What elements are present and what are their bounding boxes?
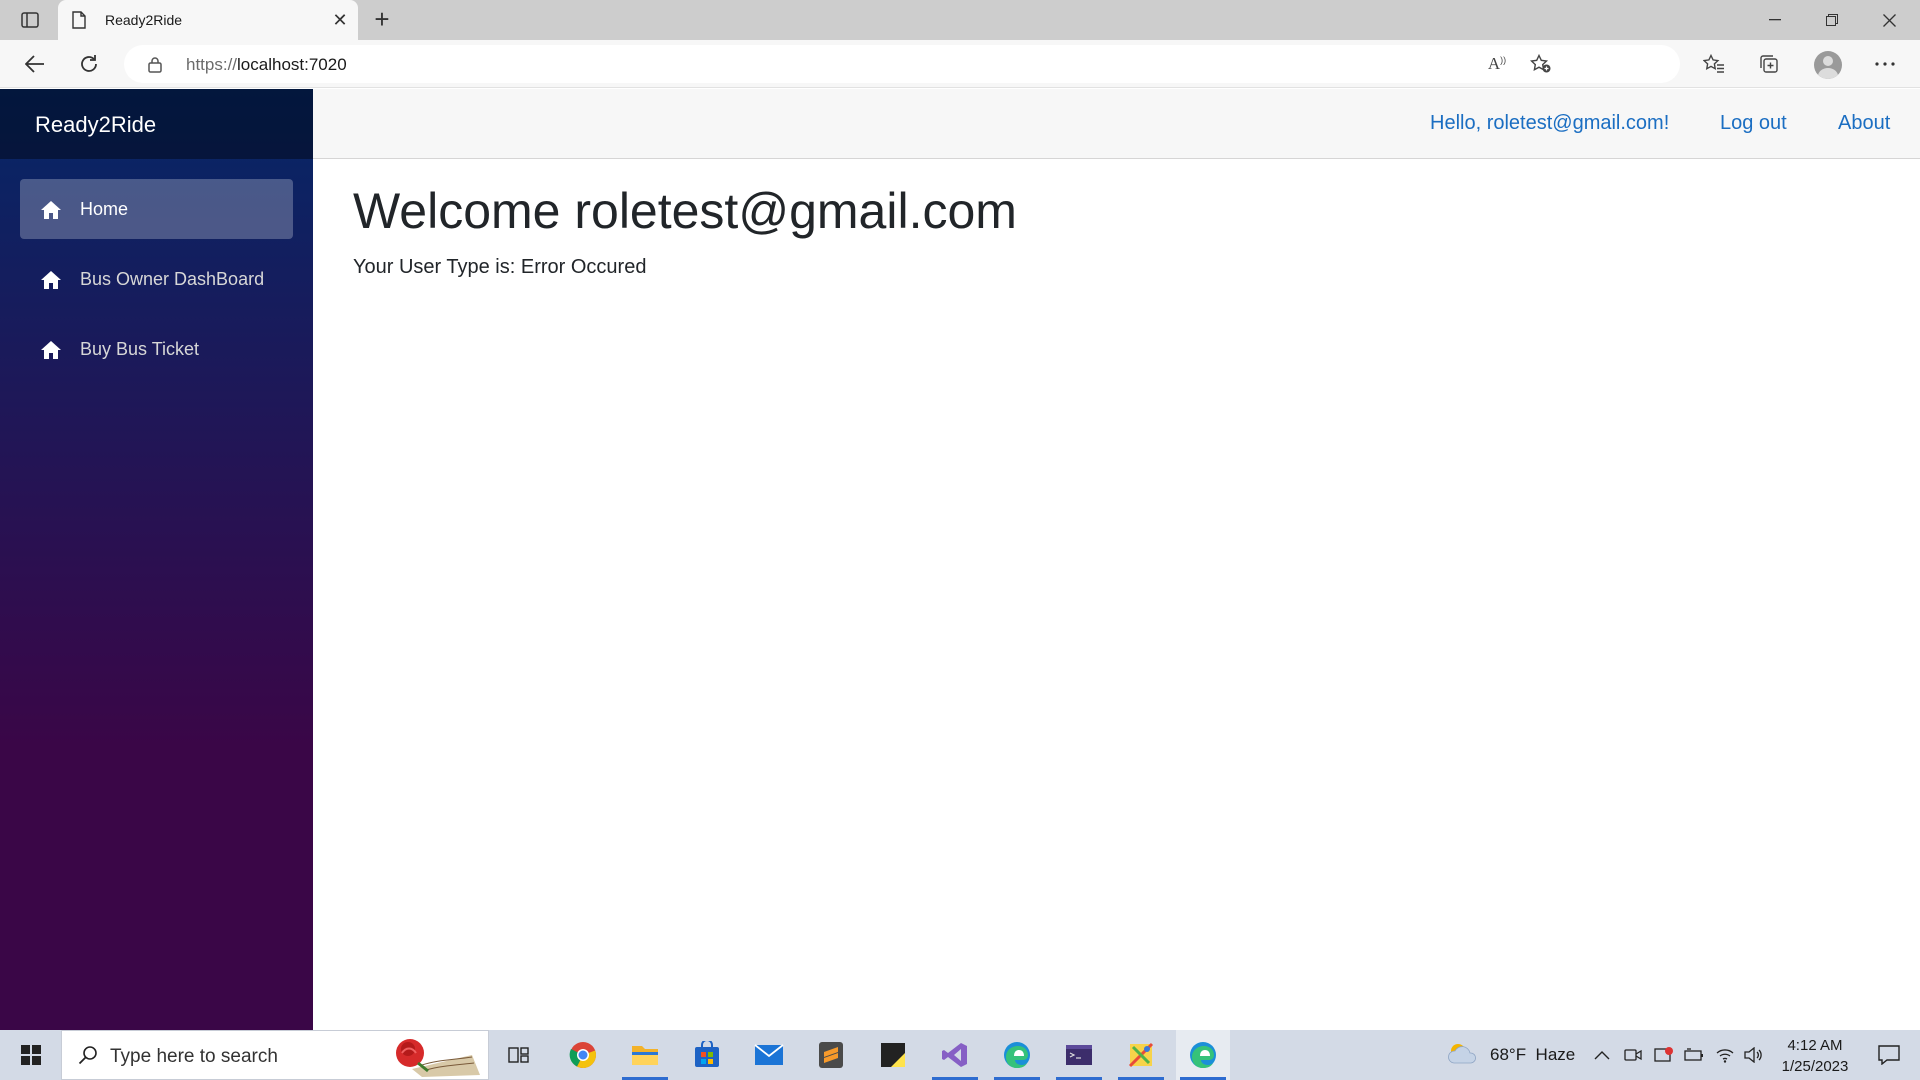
restore-icon[interactable] <box>1804 0 1860 40</box>
weather-text: 68°F Haze <box>1490 1045 1576 1064</box>
volume-icon[interactable] <box>1744 1030 1762 1080</box>
browser-tab-strip: Ready2Ride ✕ + <box>0 0 1920 40</box>
visual-studio-icon[interactable] <box>928 1030 982 1080</box>
chrome-icon[interactable] <box>556 1030 610 1080</box>
search-placeholder: Type here to search <box>110 1046 278 1067</box>
refresh-icon[interactable] <box>72 48 106 80</box>
clock-date: 1/25/2023 <box>1781 1058 1849 1075</box>
task-view-icon[interactable] <box>492 1030 546 1080</box>
home-icon <box>40 270 62 295</box>
sublime-text-icon[interactable] <box>804 1030 858 1080</box>
browser-tab[interactable]: Ready2Ride ✕ <box>58 0 358 40</box>
taskbar: Type here to search 68°F Haze 4:12 AM 1/… <box>0 1030 1920 1080</box>
tab-title: Ready2Ride <box>105 12 183 28</box>
add-favorite-icon[interactable] <box>1528 53 1554 75</box>
home-icon <box>40 340 62 365</box>
battery-icon[interactable] <box>1684 1030 1704 1080</box>
url-text[interactable]: https://localhost:7020 <box>186 55 347 75</box>
home-icon <box>40 200 62 225</box>
search-highlight-image <box>392 1035 482 1077</box>
address-bar[interactable]: https://localhost:7020 A)) <box>124 45 1680 83</box>
edge-icon[interactable] <box>990 1030 1044 1080</box>
security-icon[interactable] <box>1654 1030 1674 1080</box>
meet-now-icon[interactable] <box>1624 1030 1642 1080</box>
read-aloud-icon[interactable]: A)) <box>1484 53 1510 75</box>
page-title: Welcome roletest@gmail.com <box>353 183 1017 239</box>
taskbar-search[interactable]: Type here to search <box>61 1030 489 1080</box>
sidebar-item-buy-bus-ticket[interactable]: Buy Bus Ticket <box>20 319 293 379</box>
close-icon[interactable] <box>1861 0 1917 40</box>
lock-icon[interactable] <box>148 56 162 78</box>
weather-cloud-icon <box>1446 1041 1480 1070</box>
new-tab-button[interactable]: + <box>368 6 396 34</box>
user-type-text: Your User Type is: Error Occured <box>353 256 647 278</box>
sidebar-item-bus-owner-dashboard[interactable]: Bus Owner DashBoard <box>20 249 293 309</box>
sidebar-item-label: Home <box>80 199 129 219</box>
mail-icon[interactable] <box>742 1030 796 1080</box>
brand-bar: Ready2Ride <box>0 89 313 159</box>
collections-icon[interactable] <box>1752 48 1786 80</box>
microsoft-store-icon[interactable] <box>680 1030 734 1080</box>
minimize-icon[interactable] <box>1747 0 1803 40</box>
sidebar-item-label: Buy Bus Ticket <box>80 339 200 359</box>
wifi-icon[interactable] <box>1716 1030 1734 1080</box>
clock-time: 4:12 AM <box>1787 1037 1843 1054</box>
paint-icon[interactable] <box>1114 1030 1168 1080</box>
document-icon <box>72 11 86 34</box>
more-icon[interactable] <box>1868 48 1902 80</box>
file-explorer-icon[interactable] <box>618 1030 672 1080</box>
terminal-icon[interactable] <box>1052 1030 1106 1080</box>
logout-link[interactable]: Log out <box>1720 112 1787 135</box>
sidebar-item-label: Bus Owner DashBoard <box>80 269 265 289</box>
tab-close-button[interactable]: ✕ <box>330 10 350 30</box>
main-content: Welcome roletest@gmail.com Your User Typ… <box>313 160 1920 1030</box>
sticky-notes-icon[interactable] <box>866 1030 920 1080</box>
browser-toolbar: https://localhost:7020 A)) <box>0 40 1920 88</box>
search-icon <box>78 1045 98 1070</box>
sidebar: Ready2Ride Home Bus Owner DashBoard Buy … <box>0 89 313 1030</box>
top-row: Hello, roletest@gmail.com! Log out About <box>313 89 1920 159</box>
profile-avatar[interactable] <box>1814 51 1842 79</box>
manage-account-link[interactable]: Hello, roletest@gmail.com! <box>1430 112 1669 135</box>
windows-start-icon[interactable] <box>10 1030 52 1080</box>
brand-link[interactable]: Ready2Ride <box>35 112 156 138</box>
taskbar-clock[interactable]: 4:12 AM 1/25/2023 <box>1772 1035 1858 1077</box>
tab-actions-icon[interactable] <box>14 8 46 32</box>
chevron-up-icon[interactable] <box>1594 1030 1610 1080</box>
edge-icon[interactable] <box>1176 1030 1230 1080</box>
notification-icon[interactable] <box>1864 1030 1914 1080</box>
sidebar-item-home[interactable]: Home <box>20 179 293 239</box>
back-arrow-icon[interactable] <box>18 48 52 80</box>
favorites-icon[interactable] <box>1697 48 1731 80</box>
about-link[interactable]: About <box>1838 112 1890 135</box>
weather-widget[interactable]: 68°F Haze <box>1446 1030 1575 1080</box>
